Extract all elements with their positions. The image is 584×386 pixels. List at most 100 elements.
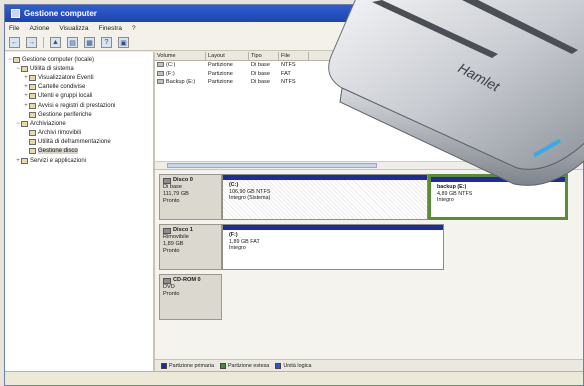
tree-node-icon <box>21 120 28 127</box>
tree-item-label: Archiviazione <box>30 120 66 127</box>
partition-status: Integro <box>437 197 454 204</box>
menu-action[interactable]: Azione <box>29 25 49 32</box>
refresh-icon[interactable]: ▣ <box>118 37 129 48</box>
cell-filesystem: NTFS <box>281 79 296 86</box>
disk-type: Rimovibile <box>163 234 189 240</box>
tree-item[interactable]: − Archiviazione <box>7 119 151 128</box>
removable-disk-icon <box>163 227 171 234</box>
tree-item[interactable]: + Utenti e gruppi locali <box>7 92 151 101</box>
column-header-filesystem[interactable]: File <box>279 52 309 60</box>
tree-item[interactable]: − Gestione computer (locale) <box>7 55 151 64</box>
cell-volume: (C:) <box>166 62 176 69</box>
cell-volume: (F:) <box>166 70 175 77</box>
volume-list: Volume Layout Tipo File (C:) Partizione … <box>155 52 583 170</box>
cell-filesystem: FAT <box>281 70 291 77</box>
tree-node-icon <box>29 139 36 146</box>
disk-label[interactable]: Disco 0 Di base 111,79 GB Pronto <box>159 174 222 220</box>
tree-item-label: Cartelle condivise <box>38 84 86 91</box>
volume-icon <box>157 79 164 85</box>
partition-backup[interactable]: backup (E:) 4,89 GB NTFS Integro <box>428 174 568 220</box>
computer-management-window: Gestione computer File Azione Visualizza… <box>4 4 584 386</box>
tree-node-icon <box>29 84 36 91</box>
disk-status: Pronto <box>163 291 180 297</box>
disk-name: Disco 0 <box>173 177 193 183</box>
legend-swatch <box>219 362 226 369</box>
menu-bar: File Azione Visualizza Finestra ? <box>5 22 583 35</box>
disk-status: Pronto <box>163 198 180 204</box>
menu-window[interactable]: Finestra <box>99 25 122 32</box>
cell-layout: Partizione <box>208 79 233 86</box>
tree-item-label: Archivi rimovibili <box>38 130 82 137</box>
column-header-volume[interactable]: Volume <box>155 52 206 60</box>
column-header-layout[interactable]: Layout <box>206 52 249 60</box>
partition-detail: 4,89 GB NTFS <box>437 190 473 197</box>
disk-label[interactable]: Disco 1 Rimovibile 1,89 GB Pronto <box>159 224 222 270</box>
disk-name: Disco 1 <box>173 227 193 233</box>
partition-bar <box>223 175 427 180</box>
tree-item-label: Gestione periferiche <box>38 111 92 118</box>
column-header-type[interactable]: Tipo <box>249 52 279 60</box>
partition-legend: Partizione primaria Partizione estesa Un… <box>155 359 583 371</box>
back-arrow-icon[interactable]: ← <box>9 37 20 48</box>
menu-help[interactable]: ? <box>132 25 136 32</box>
cell-type: Di base <box>251 70 270 77</box>
title-bar: Gestione computer <box>5 5 583 22</box>
toolbar: ← → ▲ ▤ ▦ ? ▣ <box>5 35 583 51</box>
cell-layout: Partizione <box>208 62 233 69</box>
forward-arrow-icon[interactable]: → <box>26 37 37 48</box>
menu-file[interactable]: File <box>9 25 19 32</box>
tree-item[interactable]: Archivi rimovibili <box>7 129 151 138</box>
tree-item-label: Gestione computer (locale) <box>22 56 95 63</box>
window-title: Gestione computer <box>24 9 97 18</box>
partition-bar <box>431 177 565 182</box>
partition-name: backup (E:) <box>437 184 467 190</box>
table-row[interactable]: (C:) Partizione Di base NTFS <box>155 61 583 70</box>
legend-label: Partizione estesa <box>227 362 270 369</box>
tree-item-label: Visualizzatore Eventi <box>38 74 94 81</box>
menu-view[interactable]: Visualizza <box>59 25 88 32</box>
tree-node-icon <box>29 148 36 155</box>
partition-c[interactable]: (C:) 106,90 GB NTFS Integro (Sistema) <box>222 174 428 220</box>
show-tree-icon[interactable]: ▤ <box>67 37 78 48</box>
legend-label: Unità logica <box>283 362 312 369</box>
partition-bar <box>223 225 443 230</box>
tree-item-label: Avvisi e registri di prestazioni <box>38 102 116 109</box>
disk-name: CD-ROM 0 <box>173 277 201 283</box>
tree-item[interactable]: + Cartelle condivise <box>7 83 151 92</box>
tree-item[interactable]: + Visualizzatore Eventi <box>7 73 151 82</box>
properties-icon[interactable]: ▦ <box>84 37 95 48</box>
partition-f[interactable]: (F:) 1,89 GB FAT Integro <box>222 224 444 270</box>
scrollbar-thumb[interactable] <box>167 163 377 168</box>
volume-icon <box>157 62 164 68</box>
disk-row: Disco 1 Rimovibile 1,89 GB Pronto (F:) 1… <box>159 224 579 270</box>
table-row[interactable]: (F:) Partizione Di base FAT <box>155 70 583 79</box>
disk-label[interactable]: CD-ROM 0 DVD Pronto <box>159 274 222 320</box>
disk-row: CD-ROM 0 DVD Pronto <box>159 274 579 320</box>
tree-item[interactable]: Gestione disco <box>7 147 151 156</box>
volume-icon <box>157 70 164 76</box>
tree-item[interactable]: − Utilità di sistema <box>7 64 151 73</box>
up-folder-icon[interactable]: ▲ <box>50 37 61 48</box>
partition-name: (F:) <box>229 232 238 238</box>
disk-row: Disco 0 Di base 111,79 GB Pronto (C:) 10… <box>159 174 579 220</box>
tree-item-label: Utenti e gruppi locali <box>38 93 93 100</box>
help-icon[interactable]: ? <box>101 37 112 48</box>
tree-item[interactable]: + Servizi e applicazioni <box>7 156 151 165</box>
table-row[interactable]: Backup (E:) Partizione Di base NTFS <box>155 78 583 87</box>
tree-item[interactable]: + Avvisi e registri di prestazioni <box>7 101 151 110</box>
partition-detail: 1,89 GB FAT <box>229 238 260 245</box>
partition-status: Integro <box>229 245 246 252</box>
horizontal-scrollbar[interactable] <box>155 161 583 169</box>
tree-node-icon <box>29 102 36 109</box>
disk-type: Di base <box>163 184 182 190</box>
legend-item: Partizione primaria <box>161 362 214 369</box>
tree-item[interactable]: Utilità di deframmentazione <box>7 138 151 147</box>
app-icon <box>11 9 20 18</box>
cell-volume: Backup (E:) <box>166 79 196 86</box>
disk-status: Pronto <box>163 248 180 254</box>
legend-item: Unità logica <box>275 362 312 369</box>
hard-disk-icon <box>163 177 171 184</box>
partition-name: (C:) <box>229 182 239 188</box>
partition-detail: 106,90 GB NTFS <box>229 188 271 195</box>
tree-item[interactable]: Gestione periferiche <box>7 110 151 119</box>
